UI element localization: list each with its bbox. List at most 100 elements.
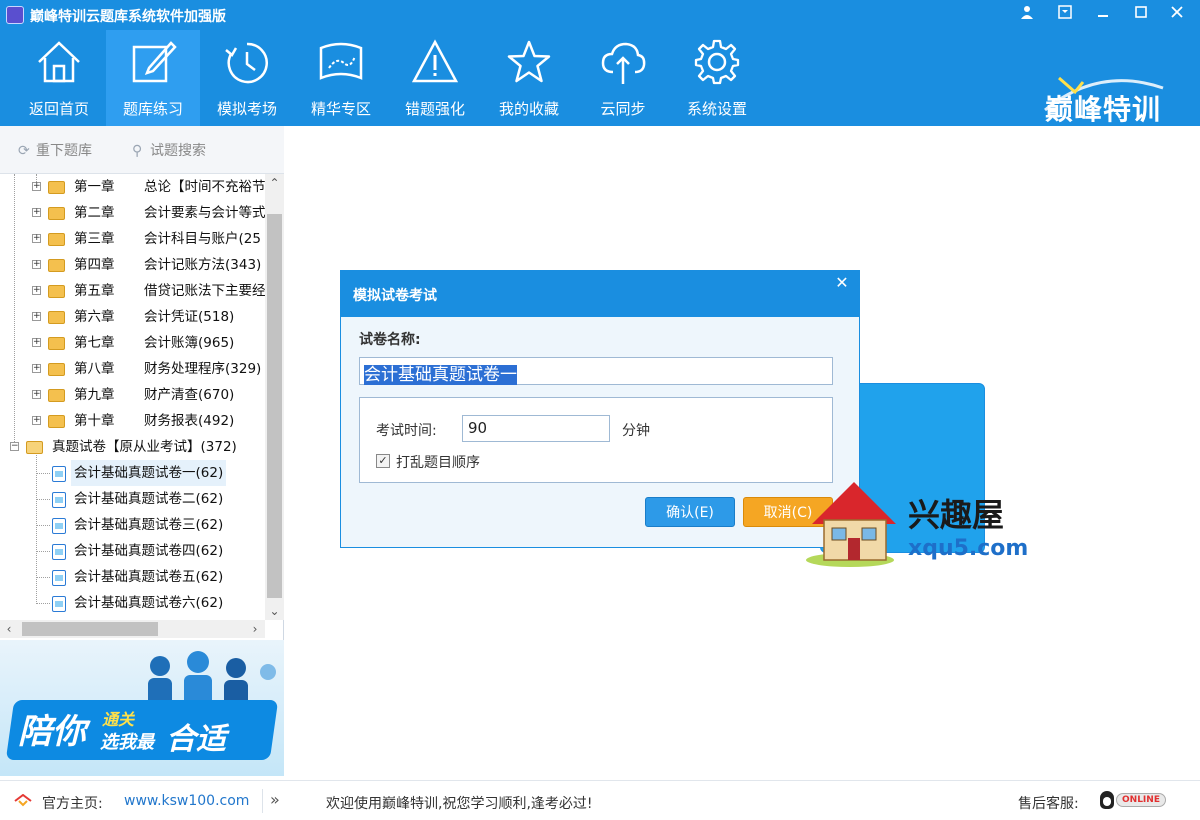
paper-name-input[interactable]: 会计基础真题试卷一 (359, 357, 833, 385)
expand-icon[interactable]: + (32, 364, 41, 373)
tool-favorites[interactable]: 我的收藏 (482, 30, 576, 126)
search-questions-label: 试题搜索 (150, 143, 206, 159)
collapse-icon[interactable]: − (10, 442, 19, 451)
banner-text: 合适 (166, 722, 226, 757)
shuffle-label[interactable]: 打乱题目顺序 (396, 452, 480, 472)
folder-icon (48, 337, 65, 350)
chapter-title: 会计账簿(965) (144, 335, 235, 351)
expand-icon[interactable]: + (32, 182, 41, 191)
chapter-name: 第四章 (74, 257, 115, 273)
brand-swoosh-icon (1044, 76, 1164, 112)
close-icon[interactable] (1164, 4, 1190, 26)
chapter-title: 借贷记账法下主要经 (144, 283, 265, 299)
paper-icon (52, 466, 66, 482)
chapter-title: 财务报表(492) (144, 413, 235, 429)
tree-chapter-8[interactable]: + 第八章 财务处理程序(329) (0, 356, 265, 382)
tool-label: 云同步 (600, 100, 646, 118)
tree-chapter-7[interactable]: + 第七章 会计账簿(965) (0, 330, 265, 356)
homepage-label: 官方主页: (42, 796, 103, 812)
tool-wrong-questions[interactable]: 错题强化 (388, 30, 482, 126)
expand-icon[interactable]: + (32, 312, 41, 321)
scroll-thumb[interactable] (22, 622, 158, 636)
tree-line (36, 603, 50, 604)
tree-chapter-1[interactable]: + 第一章 总论【时间不充裕节 (0, 174, 265, 200)
chapter-name: 第九章 (74, 387, 115, 403)
expand-icon[interactable]: + (32, 416, 41, 425)
chapter-title: 财务处理程序(329) (144, 361, 262, 377)
tool-settings[interactable]: 系统设置 (670, 30, 764, 126)
tree-chapter-2[interactable]: + 第二章 会计要素与会计等式 (0, 200, 265, 226)
refresh-icon: ⟳ (18, 143, 30, 159)
watermark-url: xqu5.com (908, 536, 1029, 561)
exam-options-group: 考试时间: 90 分钟 ✓ 打乱题目顺序 (359, 397, 833, 483)
status-bar: 官方主页: www.ksw100.com » 欢迎使用巅峰特训,祝您学习顺利,逢… (0, 780, 1200, 820)
scroll-left-icon[interactable]: ‹ (0, 620, 18, 638)
mock-exam-dialog: 模拟试卷考试 ✕ 试卷名称: 会计基础真题试卷一 考试时间: 90 分钟 ✓ 打… (340, 270, 860, 548)
tool-label: 模拟考场 (216, 100, 277, 118)
tree-group-real-exams[interactable]: − 真题试卷【原从业考试】(372) (0, 434, 265, 460)
scroll-down-icon[interactable]: ⌄ (265, 602, 284, 620)
tree-chapter-3[interactable]: + 第三章 会计科目与账户(25 (0, 226, 265, 252)
tree-paper-4[interactable]: 会计基础真题试卷四(62) (0, 538, 265, 564)
expand-icon[interactable]: + (32, 286, 41, 295)
tree-paper-3[interactable]: 会计基础真题试卷三(62) (0, 512, 265, 538)
chapter-title: 会计要素与会计等式 (144, 205, 265, 221)
expand-icon[interactable]: + (32, 208, 41, 217)
tree-chapter-5[interactable]: + 第五章 借贷记账法下主要经 (0, 278, 265, 304)
shuffle-checkbox[interactable]: ✓ (376, 454, 390, 468)
tree-vertical-scrollbar[interactable]: ⌃ ⌄ (265, 174, 284, 620)
dialog-title-bar: 模拟试卷考试 ✕ (341, 271, 859, 317)
cloud-sync-icon (601, 42, 646, 84)
ad-banner[interactable]: 陪你 通关 选我最 合适 (0, 640, 284, 776)
chapter-name: 第七章 (74, 335, 115, 351)
scroll-up-icon[interactable]: ⌃ (265, 174, 284, 192)
banner-text: 通关 (102, 710, 135, 729)
search-questions-button[interactable]: ⚲ 试题搜索 (132, 140, 206, 160)
tool-mock-exam[interactable]: 模拟考场 (200, 30, 294, 126)
qq-online-button[interactable]: ONLINE (1098, 789, 1170, 811)
dialog-close-icon[interactable]: ✕ (825, 271, 859, 295)
tree-paper-5[interactable]: 会计基础真题试卷五(62) (0, 564, 265, 590)
folder-icon (48, 259, 65, 272)
tool-home[interactable]: 返回首页 (12, 30, 106, 126)
tree-chapter-6[interactable]: + 第六章 会计凭证(518) (0, 304, 265, 330)
user-icon[interactable] (1014, 4, 1040, 26)
tree-chapter-4[interactable]: + 第四章 会计记账方法(343) (0, 252, 265, 278)
expand-arrows-icon[interactable]: » (270, 790, 280, 809)
scroll-right-icon[interactable]: › (246, 620, 264, 638)
exam-time-input[interactable]: 90 (462, 415, 610, 442)
tree-paper-6[interactable]: 会计基础真题试卷六(62) (0, 590, 265, 616)
expand-icon[interactable]: + (32, 234, 41, 243)
chapter-name: 第十章 (74, 413, 115, 429)
tree-horizontal-scrollbar[interactable]: ‹ › (0, 620, 265, 638)
maximize-icon[interactable] (1128, 4, 1154, 26)
banner-text: 陪你 (18, 712, 86, 752)
tool-practice[interactable]: 题库练习 (106, 30, 200, 126)
online-badge: ONLINE (1116, 793, 1166, 807)
tree-paper-1[interactable]: 会计基础真题试卷一(62) (0, 460, 265, 486)
homepage-link[interactable]: www.ksw100.com (124, 793, 249, 809)
tool-cloud-sync[interactable]: 云同步 (576, 30, 670, 126)
skin-icon[interactable] (1052, 4, 1078, 26)
tree-paper-2[interactable]: 会计基础真题试卷二(62) (0, 486, 265, 512)
paper-title: 会计基础真题试卷五(62) (74, 569, 224, 585)
paper-title: 会计基础真题试卷六(62) (74, 595, 224, 611)
paper-icon (52, 570, 66, 586)
confirm-button[interactable]: 确认(E) (645, 497, 735, 527)
reload-bank-button[interactable]: ⟳ 重下题库 (18, 140, 92, 160)
left-toolbar: ⟳ 重下题库 ⚲ 试题搜索 (0, 126, 284, 174)
reload-bank-label: 重下题库 (36, 143, 92, 159)
watermark: 兴趣屋 xqu5.com (804, 476, 1034, 572)
tree-chapter-9[interactable]: + 第九章 财产清查(670) (0, 382, 265, 408)
minimize-icon[interactable] (1090, 4, 1116, 26)
scroll-thumb[interactable] (267, 214, 282, 598)
expand-icon[interactable]: + (32, 260, 41, 269)
paper-icon (52, 492, 66, 508)
tree-chapter-10[interactable]: + 第十章 财务报表(492) (0, 408, 265, 434)
exam-time-unit: 分钟 (622, 423, 650, 439)
chapter-name: 第八章 (74, 361, 115, 377)
folder-icon (48, 233, 65, 246)
tool-essence[interactable]: 精华专区 (294, 30, 388, 126)
expand-icon[interactable]: + (32, 338, 41, 347)
expand-icon[interactable]: + (32, 390, 41, 399)
